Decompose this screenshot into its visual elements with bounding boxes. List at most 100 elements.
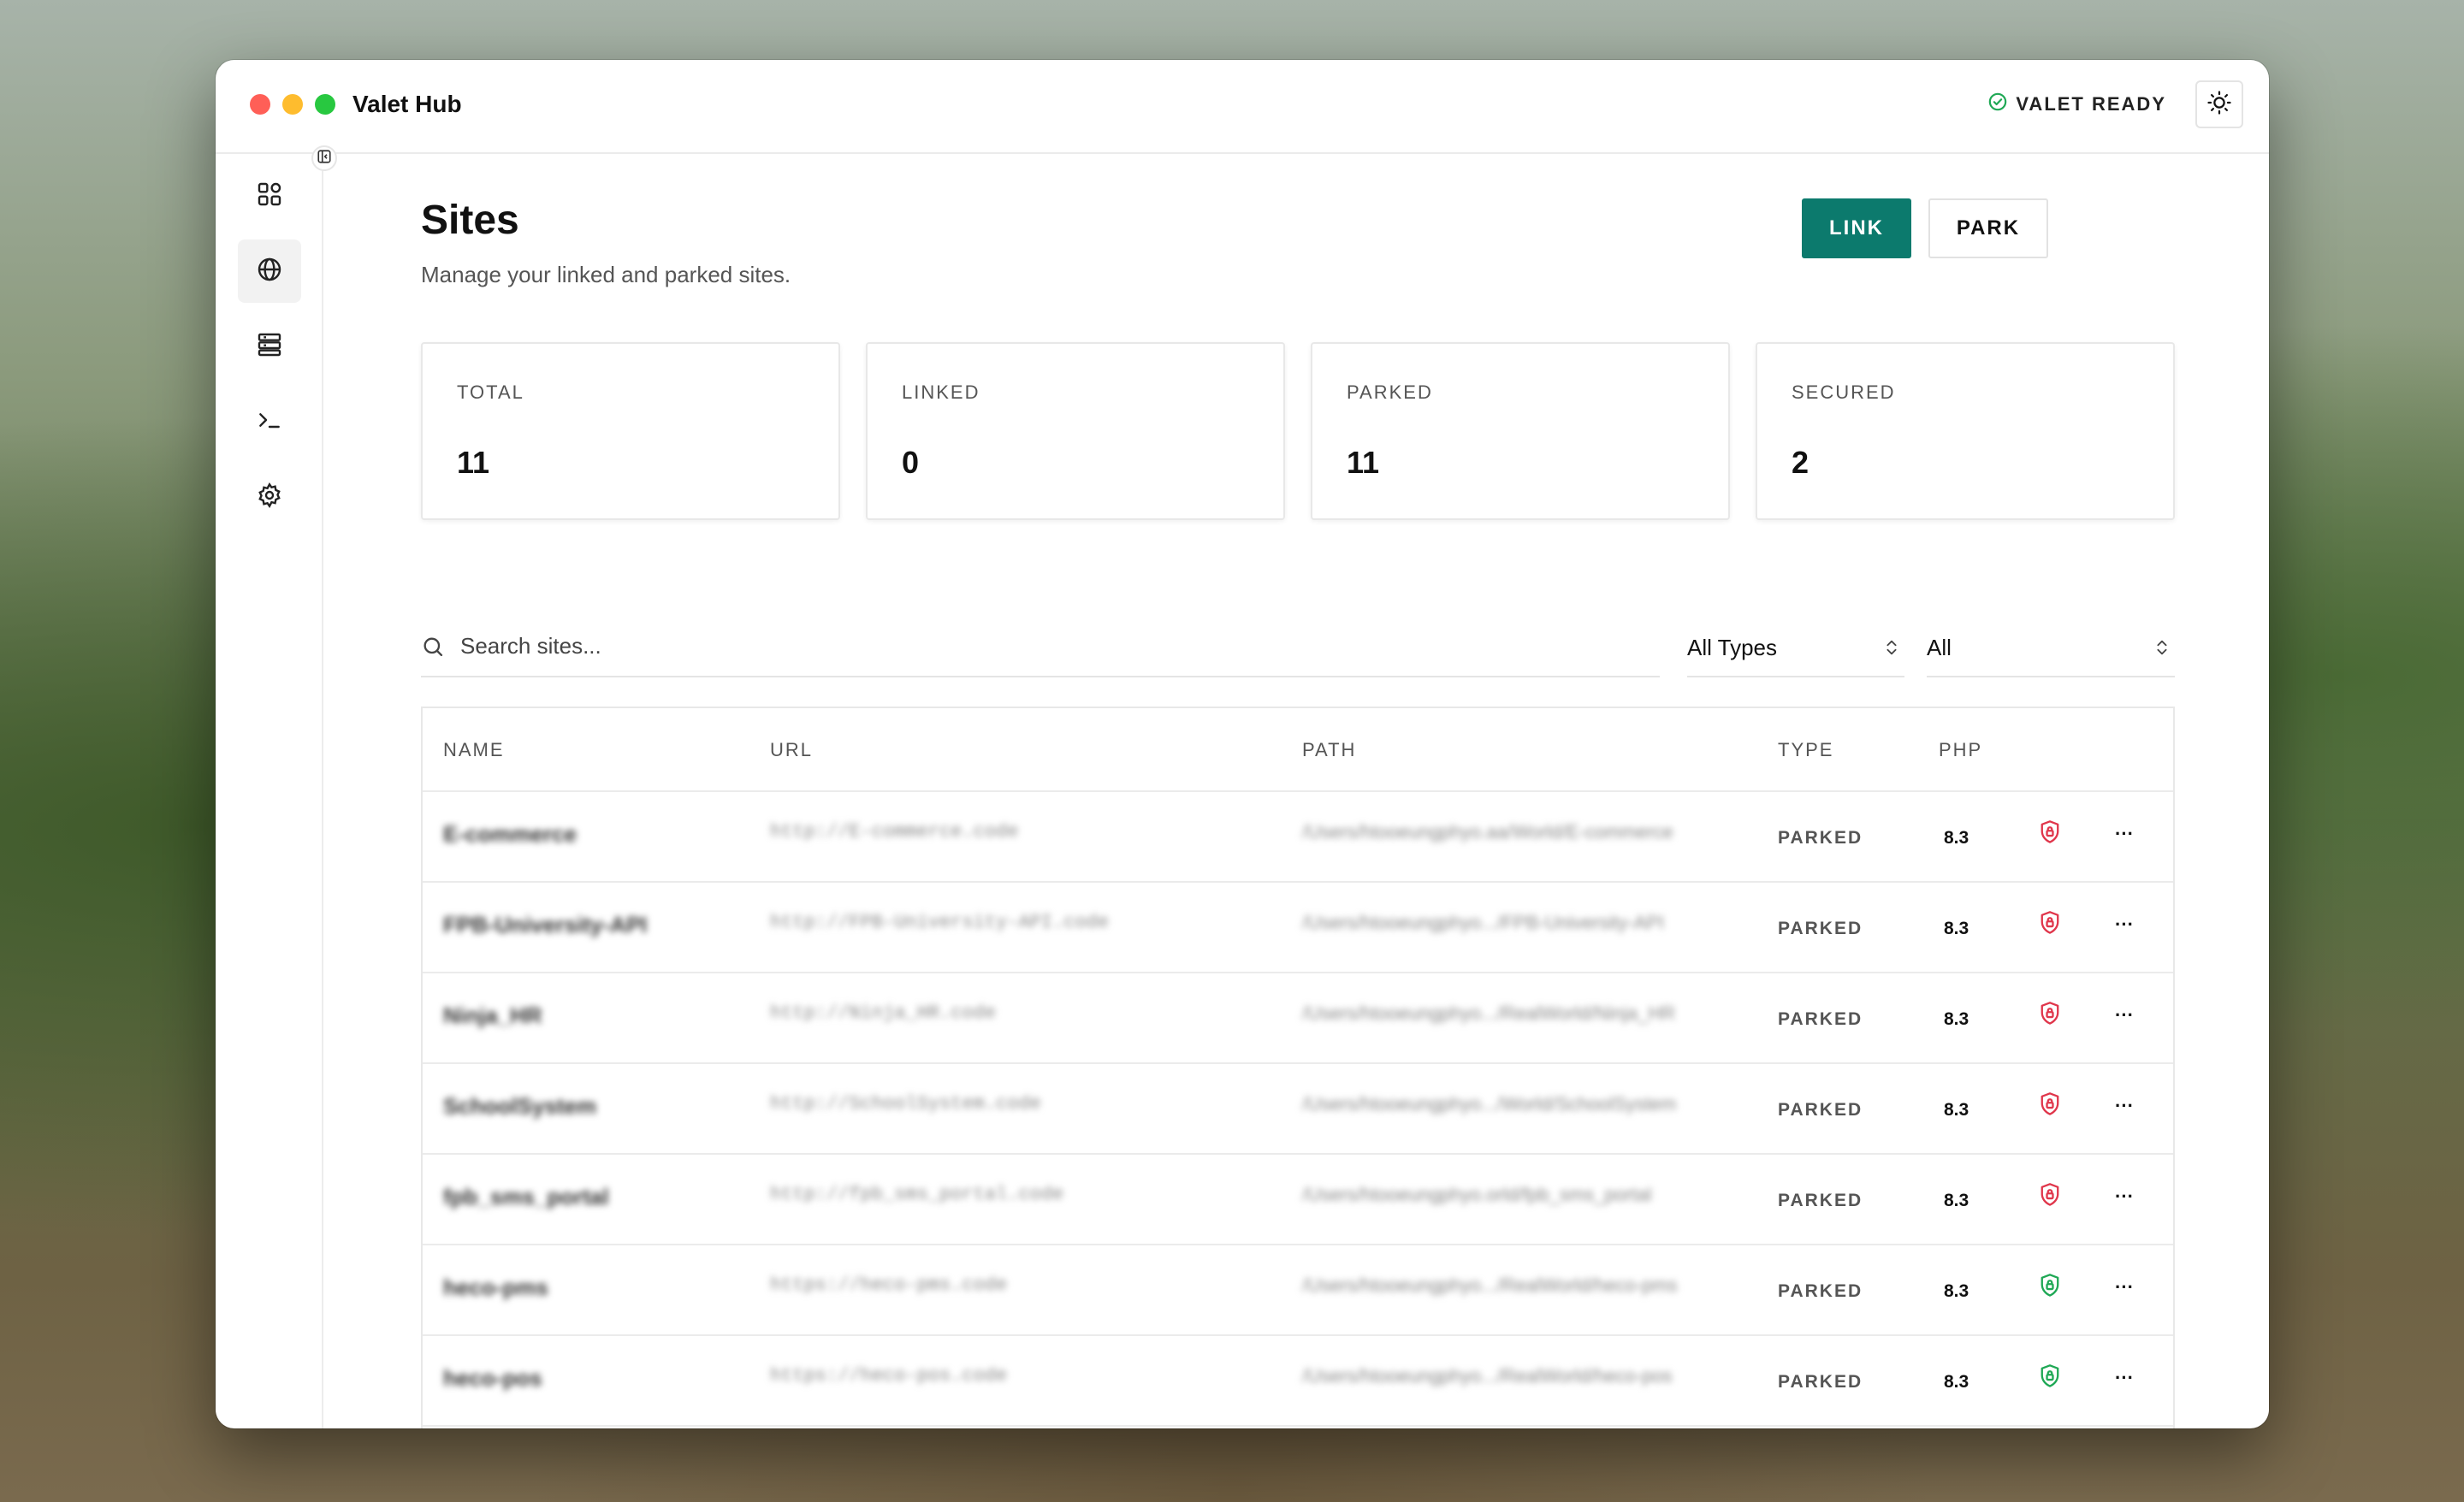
shield-lock-icon[interactable] <box>2038 1182 2062 1212</box>
more-actions-button[interactable]: ··· <box>2115 823 2134 845</box>
gear-icon <box>256 482 283 513</box>
php-version: 8.3 <box>1944 1281 1969 1301</box>
site-path: /Users/htooeungphyo.../RealWorld/heco-pm… <box>1302 1274 1678 1296</box>
stat-label: TOTAL <box>457 381 524 403</box>
table-row[interactable]: E-commerce http://E-commerce.code /Users… <box>423 792 2173 883</box>
page-subtitle: Manage your linked and parked sites. <box>421 262 791 287</box>
site-url[interactable]: http://FPB-University-API.code <box>770 912 1109 933</box>
site-name[interactable]: FPB-University-API <box>443 912 647 938</box>
status-filter-select[interactable]: All <box>1927 618 2175 677</box>
site-url[interactable]: http://SchoolSystem.code <box>770 1093 1041 1115</box>
type-filter-select[interactable]: All Types <box>1687 618 1904 677</box>
table-row[interactable]: FPB-University-API http://FPB-University… <box>423 883 2173 973</box>
sidebar-item-services[interactable] <box>238 315 301 378</box>
site-url[interactable]: http://E-commerce.code <box>770 821 1018 843</box>
status-filter-value: All <box>1927 635 1952 660</box>
status-text: VALET READY <box>2016 93 2166 115</box>
site-path: /Users/htooeungphyo.aa/World/E-commerce <box>1302 821 1673 843</box>
app-window: Valet Hub VALET READY Sites Manage your … <box>216 60 2269 1428</box>
more-actions-button[interactable]: ··· <box>2115 1004 2134 1026</box>
more-actions-button[interactable]: ··· <box>2115 1095 2134 1117</box>
search-input[interactable] <box>459 628 1643 664</box>
close-window-button[interactable] <box>250 94 270 115</box>
sidebar-item-dashboard[interactable] <box>238 164 301 228</box>
column-header-name[interactable]: NAME <box>443 739 505 761</box>
column-header-url[interactable]: URL <box>770 739 813 761</box>
stat-label: PARKED <box>1347 381 1433 403</box>
site-url[interactable]: http://Ninja_HR.code <box>770 1002 996 1024</box>
terminal-icon <box>256 406 283 438</box>
table-row[interactable]: heco-pos https://heco-pos.code /Users/ht… <box>423 1336 2173 1427</box>
php-version: 8.3 <box>1944 1372 1969 1392</box>
sun-icon <box>2206 90 2232 120</box>
site-path: /Users/htooeungphyo.../FPB-University-AP… <box>1302 912 1665 933</box>
stat-card-parked: PARKED 11 <box>1311 342 1730 520</box>
table-header: NAME URL PATH TYPE PHP <box>423 708 2173 792</box>
shield-lock-icon[interactable] <box>2038 1273 2062 1303</box>
more-actions-button[interactable]: ··· <box>2115 1186 2134 1208</box>
titlebar: Valet Hub VALET READY <box>216 60 2269 154</box>
php-version: 8.3 <box>1944 1191 1969 1210</box>
link-button[interactable]: LINK <box>1802 198 1911 258</box>
type-filter-value: All Types <box>1687 635 1778 660</box>
site-type: PARKED <box>1778 1191 1863 1210</box>
stat-label: LINKED <box>902 381 980 403</box>
site-type: PARKED <box>1778 1372 1863 1392</box>
site-name[interactable]: heco-pos <box>443 1365 542 1392</box>
php-version: 8.3 <box>1944 1009 1969 1029</box>
site-name[interactable]: E-commerce <box>443 821 577 848</box>
shield-lock-icon[interactable] <box>2038 819 2062 849</box>
search-icon <box>421 635 445 663</box>
globe-icon <box>256 256 283 287</box>
site-url[interactable]: http://fpb_sms_portal.code <box>770 1184 1063 1205</box>
search-bar <box>421 618 1660 677</box>
site-type: PARKED <box>1778 919 1863 938</box>
more-actions-button[interactable]: ··· <box>2115 1367 2134 1389</box>
sidebar <box>216 154 323 1428</box>
site-name[interactable]: SchoolSystem <box>443 1093 596 1120</box>
site-type: PARKED <box>1778 1281 1863 1301</box>
table-row[interactable]: module-maker http://module-maker.code /U… <box>423 1427 2173 1428</box>
stat-value: 11 <box>1347 445 1380 480</box>
chevron-up-down-icon <box>2153 638 2171 661</box>
zoom-window-button[interactable] <box>315 94 335 115</box>
site-path: /Users/htooeungphyo.../RealWorld/heco-po… <box>1302 1365 1673 1387</box>
column-header-php[interactable]: PHP <box>1939 739 1982 761</box>
site-path: /Users/htooeungphyo.orld/fpb_sms_portal <box>1302 1184 1652 1205</box>
sidebar-item-terminal[interactable] <box>238 390 301 453</box>
column-header-path[interactable]: PATH <box>1302 739 1356 761</box>
sites-table: NAME URL PATH TYPE PHP E-commerce http:/… <box>421 707 2175 1428</box>
stat-label: SECURED <box>1792 381 1896 403</box>
page-title: Sites <box>421 198 519 243</box>
site-name[interactable]: fpb_sms_portal <box>443 1184 609 1210</box>
dashboard-icon <box>256 180 283 212</box>
table-row[interactable]: Ninja_HR http://Ninja_HR.code /Users/hto… <box>423 973 2173 1064</box>
valet-status: VALET READY <box>1988 92 2166 116</box>
table-row[interactable]: fpb_sms_portal http://fpb_sms_portal.cod… <box>423 1155 2173 1245</box>
minimize-window-button[interactable] <box>282 94 303 115</box>
site-name[interactable]: heco-pms <box>443 1274 548 1301</box>
server-icon <box>256 331 283 363</box>
site-name[interactable]: Ninja_HR <box>443 1002 542 1029</box>
stat-value: 0 <box>902 445 920 480</box>
column-header-type[interactable]: TYPE <box>1778 739 1833 761</box>
sidebar-item-sites[interactable] <box>238 239 301 303</box>
shield-lock-icon[interactable] <box>2038 1091 2062 1121</box>
site-type: PARKED <box>1778 828 1863 848</box>
shield-lock-icon[interactable] <box>2038 1363 2062 1393</box>
park-button[interactable]: PARK <box>1928 198 2048 258</box>
site-url[interactable]: https://heco-pos.code <box>770 1365 1007 1387</box>
more-actions-button[interactable]: ··· <box>2115 914 2134 936</box>
table-row[interactable]: SchoolSystem http://SchoolSystem.code /U… <box>423 1064 2173 1155</box>
shield-lock-icon[interactable] <box>2038 1001 2062 1031</box>
sidebar-collapse-icon <box>317 149 332 169</box>
sidebar-item-settings[interactable] <box>238 465 301 529</box>
site-url[interactable]: https://heco-pms.code <box>770 1274 1007 1296</box>
table-row[interactable]: heco-pms https://heco-pms.code /Users/ht… <box>423 1245 2173 1336</box>
theme-toggle-button[interactable] <box>2195 80 2243 128</box>
shield-lock-icon[interactable] <box>2038 910 2062 940</box>
stat-value: 11 <box>457 445 490 480</box>
php-version: 8.3 <box>1944 919 1969 938</box>
more-actions-button[interactable]: ··· <box>2115 1276 2134 1298</box>
sidebar-collapse-button[interactable] <box>311 145 337 171</box>
